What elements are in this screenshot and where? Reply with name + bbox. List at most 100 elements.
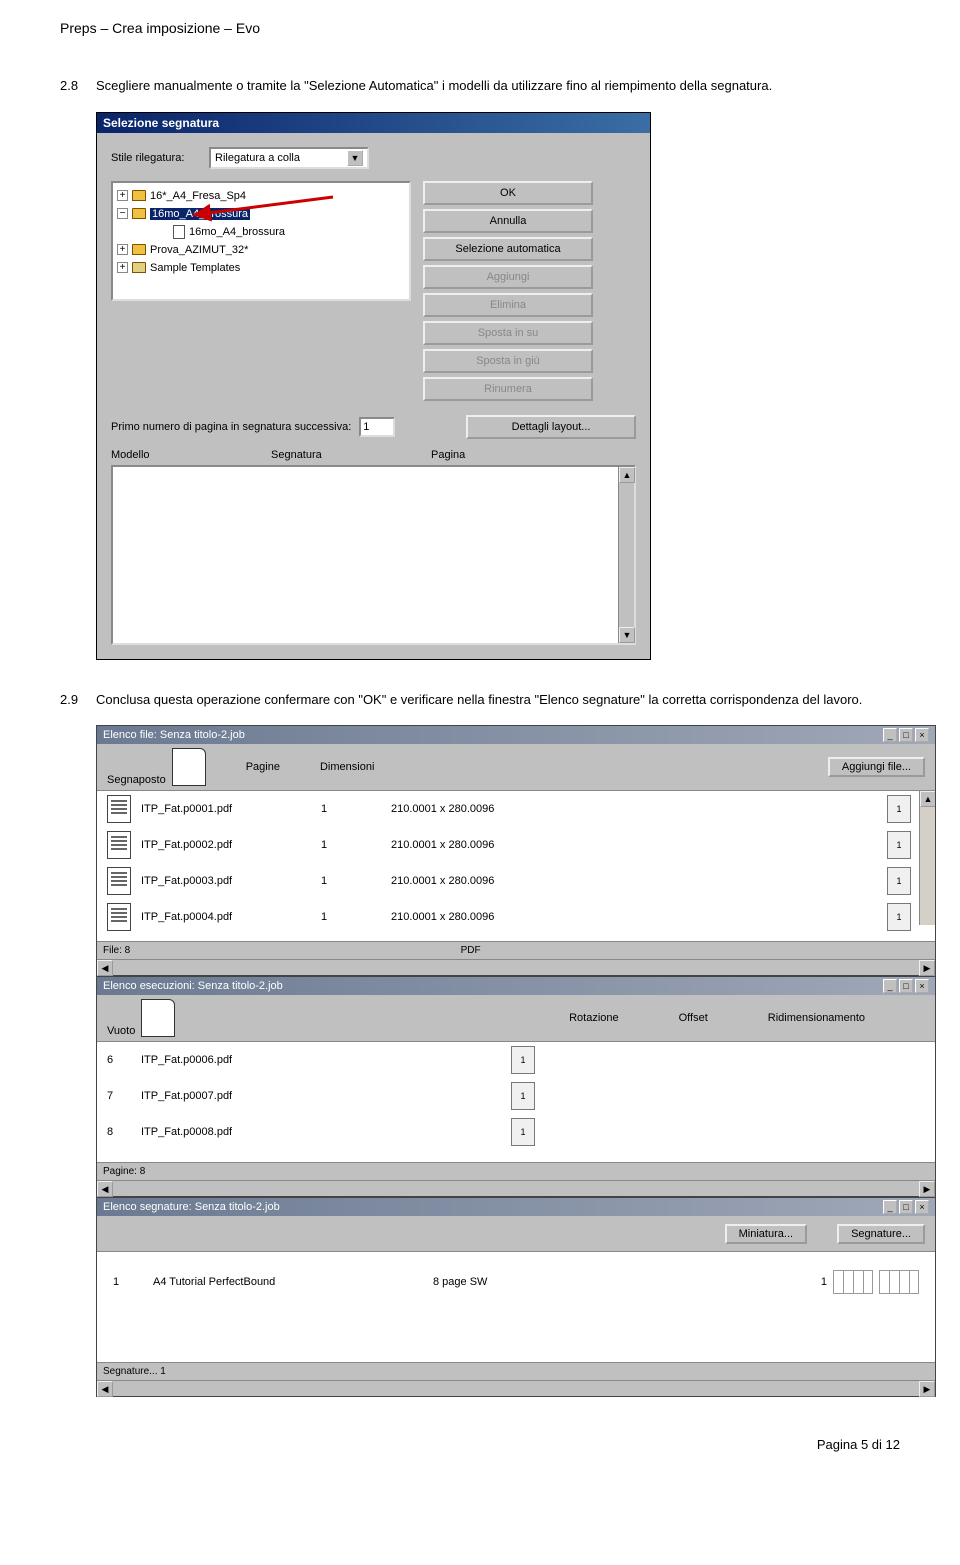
run-row[interactable]: 6 ITP_Fat.p0006.pdf 1 [97, 1042, 935, 1078]
step-num: 2.9 [60, 690, 96, 710]
page-thumb-icon: 1 [887, 903, 911, 931]
tree-item[interactable]: + Sample Templates [117, 259, 405, 277]
thumbnail-button[interactable]: Miniatura... [725, 1224, 807, 1244]
close-icon[interactable]: × [915, 728, 929, 742]
signature-list-window: Elenco segnature: Senza titolo-2.job _ □… [96, 1197, 936, 1397]
window-title: Elenco file: Senza titolo-2.job [103, 729, 245, 741]
tree-item[interactable]: + Prova_AZIMUT_32* [117, 241, 405, 259]
chevron-down-icon[interactable]: ▼ [347, 150, 363, 166]
document-icon[interactable] [172, 748, 206, 786]
file-name: ITP_Fat.p0001.pdf [141, 803, 311, 815]
status-right: PDF [461, 945, 481, 956]
window-titlebar: Elenco segnature: Senza titolo-2.job _ □… [97, 1198, 935, 1216]
tree-label: 16mo_A4_brossura [189, 226, 285, 238]
page-thumb-icon: 1 [887, 831, 911, 859]
tree-item[interactable]: 16mo_A4_brossura [173, 223, 405, 241]
move-down-button[interactable]: Sposta in giù [423, 349, 593, 373]
template-tree[interactable]: + 16*_A4_Fresa_Sp4 − 16mo_A4_brossura 16… [111, 181, 411, 301]
file-row[interactable]: ITP_Fat.p0004.pdf1210.0001 x 280.00961 [97, 899, 935, 935]
signature-grid-icon [879, 1270, 919, 1294]
folder-icon [132, 190, 146, 201]
auto-select-button[interactable]: Selezione automatica [423, 237, 593, 261]
maximize-icon[interactable]: □ [899, 979, 913, 993]
next-num-input[interactable] [359, 417, 395, 437]
file-icon [107, 831, 131, 859]
scroll-left-icon[interactable]: ◀ [97, 1381, 113, 1397]
binding-value: Rilegatura a colla [215, 152, 300, 164]
minimize-icon[interactable]: _ [883, 1200, 897, 1214]
run-name: ITP_Fat.p0006.pdf [141, 1054, 441, 1066]
col-model: Modello [111, 449, 271, 461]
col-rotation: Rotazione [569, 1012, 619, 1024]
annotation-arrow-icon [183, 195, 343, 225]
minimize-icon[interactable]: _ [883, 979, 897, 993]
status-left: Segnature... 1 [103, 1366, 166, 1377]
scroll-down-icon[interactable]: ▼ [619, 627, 635, 643]
run-num: 7 [107, 1090, 131, 1102]
close-icon[interactable]: × [915, 1200, 929, 1214]
scrollbar[interactable]: ▲ ▼ [618, 467, 634, 643]
status-left: Pagine: 8 [103, 1166, 145, 1177]
file-row[interactable]: ITP_Fat.p0002.pdf1210.0001 x 280.00961 [97, 827, 935, 863]
signature-row[interactable]: 1 A4 Tutorial PerfectBound 8 page SW 1 [97, 1252, 935, 1312]
file-row[interactable]: ITP_Fat.p0001.pdf1210.0001 x 280.00961 [97, 791, 935, 827]
cancel-button[interactable]: Annulla [423, 209, 593, 233]
run-row[interactable]: 7ITP_Fat.p0007.pdf1 [97, 1078, 935, 1114]
renumber-button[interactable]: Rinumera [423, 377, 593, 401]
folder-icon [132, 208, 146, 219]
scroll-right-icon[interactable]: ▶ [919, 1181, 935, 1197]
col-page: Pagina [431, 449, 465, 461]
empty-label: Vuoto [107, 1025, 135, 1037]
scroll-right-icon[interactable]: ▶ [919, 1381, 935, 1397]
col-scale: Ridimensionamento [768, 1012, 865, 1024]
run-name: ITP_Fat.p0007.pdf [141, 1090, 441, 1102]
sig-num: 1 [113, 1276, 133, 1288]
scroll-up-icon[interactable]: ▲ [920, 791, 935, 807]
file-row[interactable]: ITP_Fat.p0003.pdf1210.0001 x 280.00961 [97, 863, 935, 899]
add-files-button[interactable]: Aggiungi file... [828, 757, 925, 777]
step-2-8: 2.8 Scegliere manualmente o tramite la "… [60, 76, 900, 96]
col-dimensions: Dimensioni [320, 761, 374, 773]
run-row[interactable]: 8ITP_Fat.p0008.pdf1 [97, 1114, 935, 1150]
page-thumb-icon: 1 [511, 1046, 535, 1074]
ok-button[interactable]: OK [423, 181, 593, 205]
binding-dropdown[interactable]: Rilegatura a colla ▼ [209, 147, 369, 169]
step-2-9: 2.9 Conclusa questa operazione confermar… [60, 690, 900, 710]
scroll-left-icon[interactable]: ◀ [97, 960, 113, 976]
scrollbar-h[interactable]: ◀ ▶ [97, 1180, 935, 1196]
window-titlebar: Elenco esecuzioni: Senza titolo-2.job _ … [97, 977, 935, 995]
expand-icon[interactable]: + [117, 262, 128, 273]
scrollbar-h[interactable]: ◀ ▶ [97, 1380, 935, 1396]
step-text: Scegliere manualmente o tramite la "Sele… [96, 76, 900, 96]
scroll-left-icon[interactable]: ◀ [97, 1181, 113, 1197]
minimize-icon[interactable]: _ [883, 728, 897, 742]
placeholder-label: Segnaposto [107, 774, 166, 786]
next-num-label: Primo numero di pagina in segnatura succ… [111, 421, 351, 433]
window-titlebar: Elenco file: Senza titolo-2.job _ □ × [97, 726, 935, 744]
document-icon[interactable] [141, 999, 175, 1037]
window-title: Elenco esecuzioni: Senza titolo-2.job [103, 980, 283, 992]
move-up-button[interactable]: Sposta in su [423, 321, 593, 345]
delete-button[interactable]: Elimina [423, 293, 593, 317]
binding-label: Stile rilegatura: [111, 152, 201, 164]
expand-icon[interactable]: + [117, 190, 128, 201]
scroll-right-icon[interactable]: ▶ [919, 960, 935, 976]
scrollbar-h[interactable]: ◀ ▶ [97, 959, 935, 975]
file-name: ITP_Fat.p0002.pdf [141, 839, 311, 851]
scrollbar[interactable]: ▲ [919, 791, 935, 925]
doc-header: Preps – Crea imposizione – Evo [60, 20, 900, 36]
maximize-icon[interactable]: □ [899, 728, 913, 742]
add-button[interactable]: Aggiungi [423, 265, 593, 289]
file-name: ITP_Fat.p0003.pdf [141, 875, 311, 887]
expand-icon[interactable]: + [117, 244, 128, 255]
signature-list[interactable]: ▲ ▼ [111, 465, 636, 645]
close-icon[interactable]: × [915, 979, 929, 993]
folder-open-icon [132, 262, 146, 273]
sig-thumb-num: 1 [821, 1276, 827, 1288]
collapse-icon[interactable]: − [117, 208, 128, 219]
signatures-button[interactable]: Segnature... [837, 1224, 925, 1244]
run-num: 6 [107, 1054, 131, 1066]
layout-details-button[interactable]: Dettagli layout... [466, 415, 636, 439]
maximize-icon[interactable]: □ [899, 1200, 913, 1214]
scroll-up-icon[interactable]: ▲ [619, 467, 635, 483]
